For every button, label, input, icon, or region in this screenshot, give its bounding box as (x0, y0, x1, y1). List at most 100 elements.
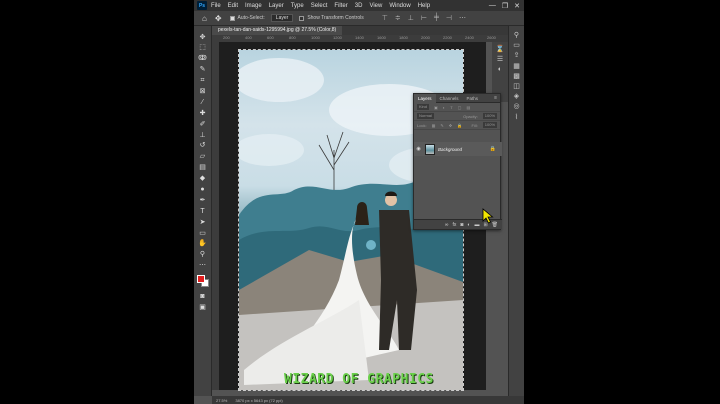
quick-mask-icon[interactable]: ◙ (198, 292, 208, 302)
align-center-icon[interactable]: ╪ (434, 14, 439, 22)
transform-controls-checkbox[interactable] (299, 15, 305, 21)
search-icon[interactable]: ⚲ (514, 32, 519, 39)
workspace-icon[interactable]: ▭ (513, 42, 520, 49)
menu-filter[interactable]: Filter (334, 3, 347, 9)
share-icon[interactable]: ⇪ (514, 52, 520, 59)
move-tool-icon[interactable]: ✥ (215, 14, 222, 23)
path-select-icon[interactable]: ➤ (198, 217, 208, 227)
add-mask-icon[interactable]: ◙ (460, 222, 463, 228)
kind-filter-dropdown[interactable]: Kind (417, 104, 430, 110)
blur-icon[interactable]: ◆ (198, 174, 208, 184)
filter-type-icon[interactable]: T (450, 105, 452, 110)
filter-smart-icon[interactable]: ▤ (466, 105, 470, 110)
swatches-panel-icon[interactable]: ▩ (513, 73, 520, 80)
marquee-icon[interactable]: ⬚ (198, 43, 208, 53)
restore-button[interactable]: ❐ (502, 2, 508, 10)
type-icon[interactable]: T (198, 206, 208, 216)
menu-select[interactable]: Select (311, 3, 328, 9)
lock-transparency-icon[interactable]: ▦ (432, 123, 436, 128)
rectangle-icon[interactable]: ▭ (198, 228, 208, 238)
hand-icon[interactable]: ✋ (198, 239, 208, 249)
pen-icon[interactable]: ✒ (198, 195, 208, 205)
color-panel-icon[interactable]: ▦ (513, 63, 520, 70)
menu-image[interactable]: Image (245, 3, 262, 9)
properties-panel-icon[interactable]: ☰ (497, 56, 503, 63)
paths-panel-icon[interactable]: ⌇ (515, 114, 518, 121)
auto-select-checkbox[interactable] (229, 15, 235, 21)
dodge-icon[interactable]: ● (198, 184, 208, 194)
more-options-icon[interactable]: ⋯ (459, 14, 466, 22)
lock-all-icon[interactable]: 🔒 (457, 123, 462, 128)
lasso-icon[interactable]: ↂ (198, 54, 208, 64)
foreground-color-swatch[interactable] (196, 274, 205, 283)
healing-brush-icon[interactable]: ✚ (198, 108, 208, 118)
filter-pixel-icon[interactable]: ▣ (434, 105, 438, 110)
adjustments-panel-icon[interactable]: ◐ (498, 66, 502, 73)
menu-edit[interactable]: Edit (228, 3, 238, 9)
layer-name[interactable]: Background (438, 147, 462, 152)
adjustment-layer-icon[interactable]: ◐ (467, 222, 470, 228)
document-tab[interactable]: pexels-tan-dan-saids-1295994.jpg @ 27.5%… (212, 26, 343, 35)
blend-mode-dropdown[interactable]: Normal (417, 113, 434, 119)
minimize-button[interactable]: — (489, 2, 496, 10)
menu-window[interactable]: Window (389, 3, 410, 9)
quick-select-icon[interactable]: ✎ (198, 65, 208, 75)
zoom-level[interactable]: 27.5% (216, 398, 227, 403)
align-bottom-icon[interactable]: ⊥ (408, 14, 414, 22)
color-swatches[interactable] (196, 274, 210, 288)
more-tools-icon[interactable]: ⋯ (198, 261, 208, 271)
home-icon[interactable]: ⌂ (202, 14, 207, 23)
frame-icon[interactable]: ⊠ (198, 86, 208, 96)
libraries-panel-icon[interactable]: ◫ (513, 83, 520, 90)
tab-channels[interactable]: Channels (436, 94, 463, 103)
brush-icon[interactable]: ✐ (198, 119, 208, 129)
ruler-tick-label: 200 (223, 35, 230, 40)
clone-stamp-icon[interactable]: ⊥ (198, 130, 208, 140)
history-panel-icon[interactable]: ⌛ (496, 46, 505, 53)
channels-panel-icon[interactable]: ◎ (513, 103, 519, 110)
align-middle-icon[interactable]: ≑ (395, 14, 401, 22)
vertical-ruler[interactable] (212, 42, 219, 390)
layer-lock-icon[interactable]: 🔒 (490, 146, 496, 152)
move-icon[interactable]: ✥ (198, 32, 208, 42)
ruler-tick-label: 400 (245, 35, 252, 40)
crop-icon[interactable]: ⌗ (198, 76, 208, 86)
link-layers-icon[interactable]: ∞ (445, 222, 449, 228)
horizontal-ruler[interactable]: 200 400 600 800 1000 1200 1400 1600 1800 2000 2200… (219, 35, 508, 42)
menu-layer[interactable]: Layer (269, 3, 284, 9)
auto-select-dropdown[interactable]: Layer (270, 14, 294, 22)
fill-field[interactable]: 100% (482, 122, 497, 128)
lock-pixels-icon[interactable]: ✎ (440, 123, 443, 128)
align-top-icon[interactable]: ⊤ (382, 14, 388, 22)
menu-help[interactable]: Help (418, 3, 430, 9)
tab-paths[interactable]: Paths (463, 94, 483, 103)
layer-row-background[interactable]: ◉ Background 🔒 (414, 142, 502, 156)
ruler-origin[interactable] (212, 35, 219, 42)
menu-view[interactable]: View (369, 3, 382, 9)
ruler-tick-label: 1000 (311, 35, 320, 40)
lock-position-icon[interactable]: ✥ (449, 123, 452, 128)
close-button[interactable]: ✕ (514, 2, 520, 10)
document-info[interactable]: 3870 px x 5643 px (72 ppi) (235, 398, 282, 403)
align-right-icon[interactable]: ⊣ (446, 14, 452, 22)
opacity-field[interactable]: 100% (482, 113, 497, 119)
menu-file[interactable]: File (211, 3, 221, 9)
window-controls: — ❐ ✕ (489, 2, 520, 10)
layers-panel-icon[interactable]: ◈ (514, 93, 519, 100)
screen-mode-icon[interactable]: ▣ (198, 302, 208, 312)
filter-shape-icon[interactable]: ▢ (458, 105, 462, 110)
layer-style-icon[interactable]: fx (452, 222, 456, 228)
menu-3d[interactable]: 3D (355, 3, 363, 9)
zoom-icon[interactable]: ⚲ (198, 250, 208, 260)
filter-adjustment-icon[interactable]: ◐ (443, 105, 445, 110)
panel-menu-icon[interactable]: ≡ (494, 95, 497, 101)
tab-layers[interactable]: Layers (414, 93, 436, 103)
eyedropper-icon[interactable]: ⁄ (198, 97, 208, 107)
gradient-icon[interactable]: ▤ (198, 163, 208, 173)
visibility-eye-icon[interactable]: ◉ (414, 146, 423, 152)
align-left-icon[interactable]: ⊢ (421, 14, 427, 22)
eraser-icon[interactable]: ▱ (198, 152, 208, 162)
menu-type[interactable]: Type (291, 3, 304, 9)
new-group-icon[interactable]: ▬ (474, 222, 479, 228)
history-brush-icon[interactable]: ↺ (198, 141, 208, 151)
